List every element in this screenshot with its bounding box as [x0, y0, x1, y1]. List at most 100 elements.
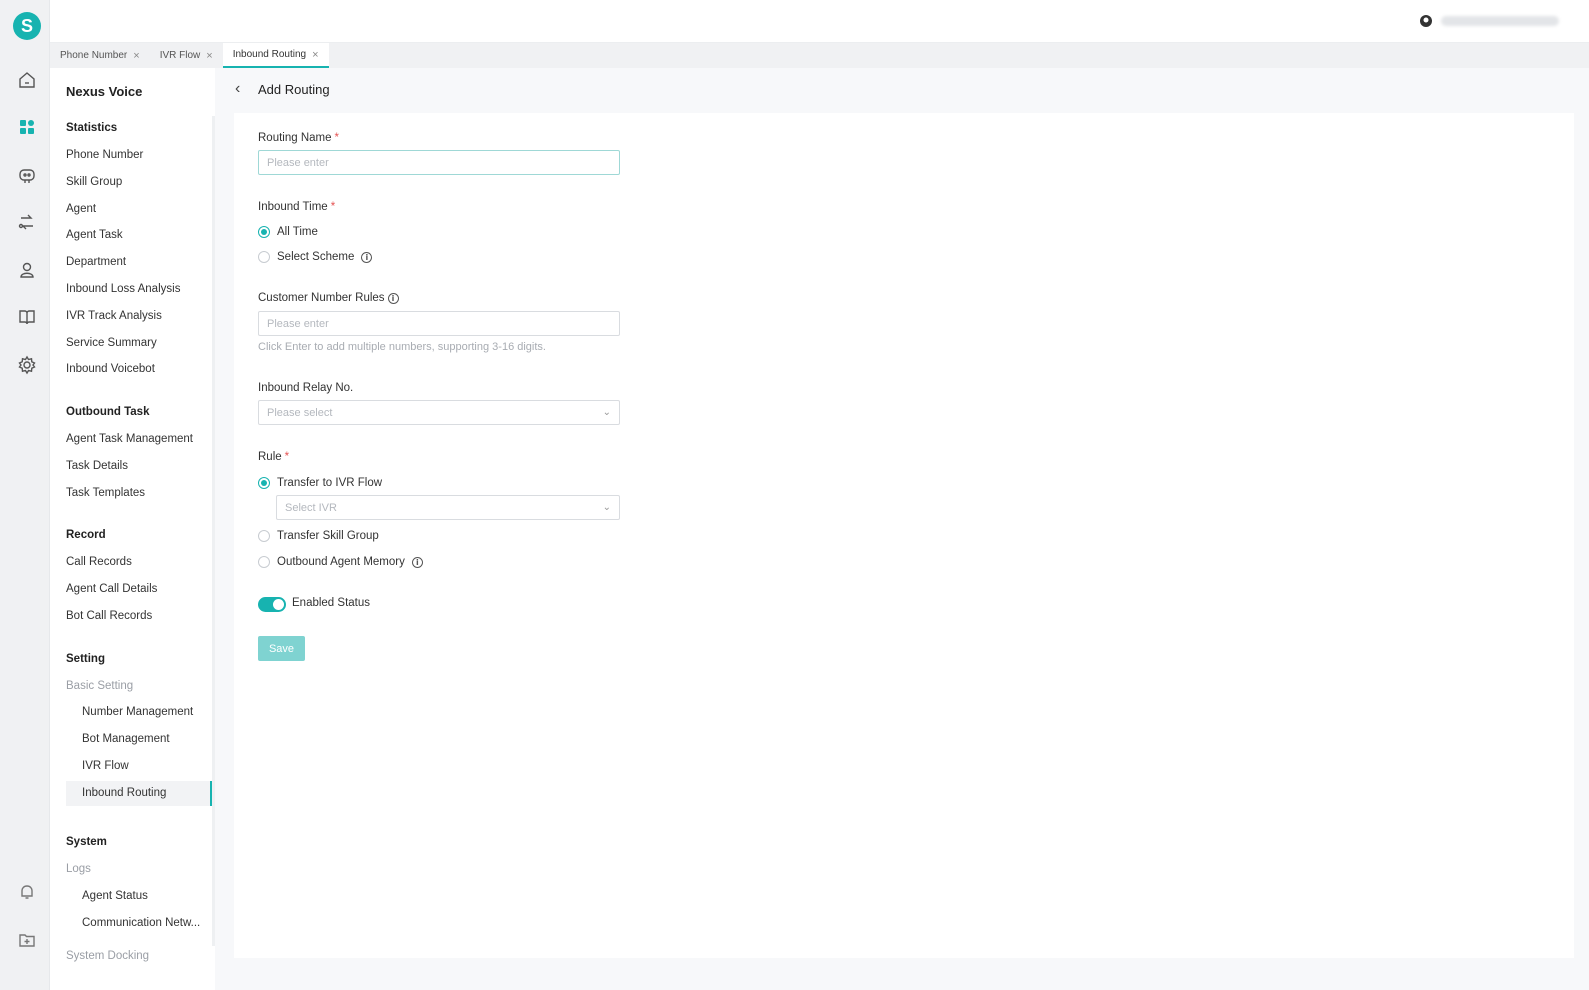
routing-name-input[interactable]: Please enter [258, 150, 620, 175]
agent-icon[interactable] [15, 258, 39, 282]
sidebar-item-communication-network[interactable]: Communication Netw... [82, 917, 200, 929]
sidebar-item-service-summary[interactable]: Service Summary [66, 337, 157, 349]
group-setting[interactable]: Setting [66, 653, 105, 665]
close-icon[interactable]: × [133, 50, 139, 62]
sidebar-item-agent-task-management[interactable]: Agent Task Management [66, 433, 193, 445]
bot-icon[interactable] [15, 163, 39, 187]
tab-bar: Phone Number × IVR Flow × Inbound Routing × [50, 43, 1589, 68]
dashboard-icon[interactable] [15, 115, 39, 139]
book-icon[interactable] [15, 305, 39, 329]
user-name-blurred [1441, 16, 1559, 26]
tab-label: Phone Number [60, 50, 128, 61]
routing-icon[interactable] [15, 210, 39, 234]
subgroup-logs[interactable]: Logs [66, 863, 91, 875]
sidebar-item-agent-status[interactable]: Agent Status [82, 890, 148, 902]
inbound-relay-select[interactable]: Please select ⌄ [258, 400, 620, 425]
label-text: Inbound Relay No. [258, 382, 354, 394]
customer-number-rules-hint: Click Enter to add multiple numbers, sup… [258, 341, 546, 353]
folder-plus-icon[interactable] [15, 928, 39, 952]
app-logo[interactable]: S [13, 12, 41, 40]
radio-label: Transfer to IVR Flow [277, 477, 383, 489]
sidebar: Nexus Voice Statistics Phone Number Skil… [50, 68, 215, 990]
enabled-status-toggle[interactable] [258, 597, 286, 612]
radio-all-time[interactable]: All Time [258, 226, 318, 238]
placeholder-text: Select IVR [285, 501, 337, 514]
sidebar-item-inbound-routing[interactable]: Inbound Routing [82, 787, 166, 799]
radio-transfer-ivr[interactable]: Transfer to IVR Flow [258, 477, 382, 489]
page-header: ‹ Add Routing [215, 68, 1589, 113]
required-mark: * [334, 132, 339, 144]
sidebar-item-call-records[interactable]: Call Records [66, 556, 132, 568]
routing-form: Routing Name * Please enter Inbound Time *… [234, 113, 1574, 958]
group-statistics[interactable]: Statistics [66, 122, 117, 134]
label-text: Rule [258, 451, 282, 463]
sidebar-item-inbound-loss-analysis[interactable]: Inbound Loss Analysis [66, 283, 180, 295]
tab-label: Inbound Routing [232, 49, 307, 60]
save-button[interactable]: Save [258, 636, 305, 661]
rule-label: Rule * [258, 451, 289, 463]
close-icon[interactable]: × [312, 49, 318, 61]
sidebar-item-ivr-flow[interactable]: IVR Flow [82, 760, 129, 772]
tab-ivr-flow[interactable]: IVR Flow × [150, 43, 223, 68]
back-arrow-icon[interactable]: ‹ [235, 80, 240, 98]
sidebar-item-bot-call-records[interactable]: Bot Call Records [66, 610, 152, 622]
group-record[interactable]: Record [66, 529, 106, 541]
sidebar-item-agent-task[interactable]: Agent Task [66, 229, 123, 241]
placeholder-text: Please enter [267, 156, 329, 169]
radio-label: Outbound Agent Memory [277, 556, 405, 568]
group-outbound-task[interactable]: Outbound Task [66, 406, 149, 418]
sidebar-item-department[interactable]: Department [66, 256, 126, 268]
page-title: Add Routing [258, 82, 330, 97]
radio-button[interactable] [258, 226, 270, 238]
chevron-down-icon: ⌄ [602, 502, 611, 513]
placeholder-text: Please select [267, 406, 333, 419]
sidebar-item-skill-group[interactable]: Skill Group [66, 176, 122, 188]
label-text: Routing Name [258, 132, 332, 144]
icon-rail: S [0, 0, 50, 990]
radio-outbound-agent-memory[interactable]: Outbound Agent Memory i [258, 556, 423, 568]
subgroup-basic-setting[interactable]: Basic Setting [66, 680, 133, 692]
main-content: ‹ Add Routing Routing Name * Please enter… [215, 68, 1589, 990]
info-icon[interactable]: i [387, 292, 399, 304]
radio-transfer-skill-group[interactable]: Transfer Skill Group [258, 530, 379, 542]
select-ivr-dropdown[interactable]: Select IVR ⌄ [276, 495, 620, 520]
subgroup-system-docking[interactable]: System Docking [66, 950, 149, 962]
enabled-status-label: Enabled Status [292, 597, 371, 609]
inbound-relay-label: Inbound Relay No. [258, 382, 353, 394]
sidebar-item-ivr-track-analysis[interactable]: IVR Track Analysis [66, 310, 162, 322]
sidebar-item-agent[interactable]: Agent [66, 203, 96, 215]
settings-icon[interactable] [15, 353, 39, 377]
home-icon[interactable] [15, 68, 39, 92]
user-menu[interactable] [1419, 14, 1559, 28]
user-avatar-icon [1420, 15, 1432, 27]
group-system[interactable]: System [66, 836, 107, 848]
label-text: Customer Number Rules [258, 292, 385, 304]
routing-name-label: Routing Name * [258, 132, 339, 144]
radio-button[interactable] [258, 477, 270, 489]
radio-button[interactable] [258, 530, 270, 542]
sidebar-item-phone-number[interactable]: Phone Number [66, 149, 143, 161]
tab-phone-number[interactable]: Phone Number × [50, 43, 150, 68]
customer-number-rules-label: Customer Number Rules i [258, 292, 399, 304]
radio-button[interactable] [258, 251, 270, 263]
tab-label: IVR Flow [159, 50, 201, 61]
required-mark: * [284, 451, 290, 463]
sidebar-item-bot-management[interactable]: Bot Management [82, 733, 170, 745]
sidebar-item-number-management[interactable]: Number Management [82, 706, 193, 718]
label-text: Inbound Time [258, 201, 328, 213]
radio-label: All Time [277, 226, 318, 238]
bell-icon[interactable] [15, 880, 39, 904]
sidebar-item-task-details[interactable]: Task Details [66, 460, 128, 472]
info-icon[interactable]: i [361, 251, 373, 263]
sidebar-item-inbound-voicebot[interactable]: Inbound Voicebot [66, 363, 155, 375]
customer-number-rules-input[interactable]: Please enter [258, 311, 620, 336]
radio-label: Select Scheme [277, 251, 355, 263]
close-icon[interactable]: × [206, 50, 212, 62]
radio-button[interactable] [258, 556, 270, 568]
inbound-time-label: Inbound Time * [258, 201, 335, 213]
info-icon[interactable]: i [411, 556, 423, 568]
tab-inbound-routing[interactable]: Inbound Routing × [222, 43, 329, 68]
radio-select-scheme[interactable]: Select Scheme i [258, 251, 373, 263]
sidebar-item-task-templates[interactable]: Task Templates [66, 487, 145, 499]
sidebar-item-agent-call-details[interactable]: Agent Call Details [66, 583, 157, 595]
